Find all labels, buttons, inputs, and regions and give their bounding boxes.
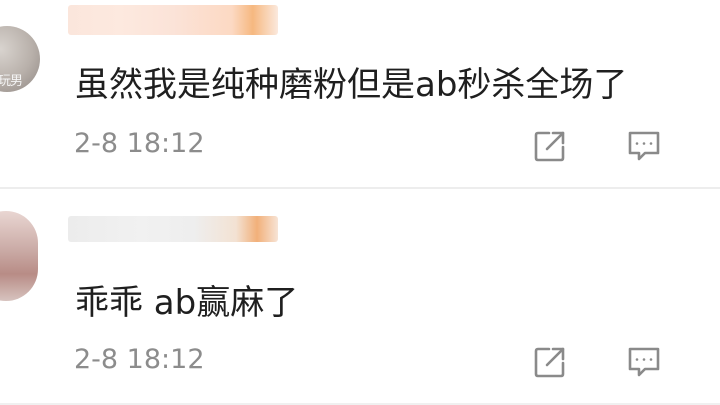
avatar-text: 玩男 [0,74,23,89]
username-blurred[interactable] [68,216,278,242]
comment-timestamp: 2-8 18:12 [74,128,205,159]
comment-timestamp: 2-8 18:12 [74,344,205,375]
comment-item: 玩男 虽然我是纯种磨粉但是ab秒杀全场了 2-8 18:12 [0,0,720,188]
comment-icon[interactable] [626,344,662,380]
share-icon[interactable] [532,128,568,164]
comment-feed: 玩男 虽然我是纯种磨粉但是ab秒杀全场了 2-8 18:12 乖乖 ab赢麻了 … [0,0,720,405]
username-blurred[interactable] [68,5,278,35]
comment-item: 乖乖 ab赢麻了 2-8 18:12 [0,189,720,405]
comment-text: 乖乖 ab赢麻了 [75,283,299,323]
share-icon[interactable] [532,344,568,380]
comment-icon[interactable] [626,128,662,164]
comment-text: 虽然我是纯种磨粉但是ab秒杀全场了 [75,65,628,105]
avatar[interactable]: 玩男 [0,26,40,92]
avatar[interactable] [0,211,38,301]
